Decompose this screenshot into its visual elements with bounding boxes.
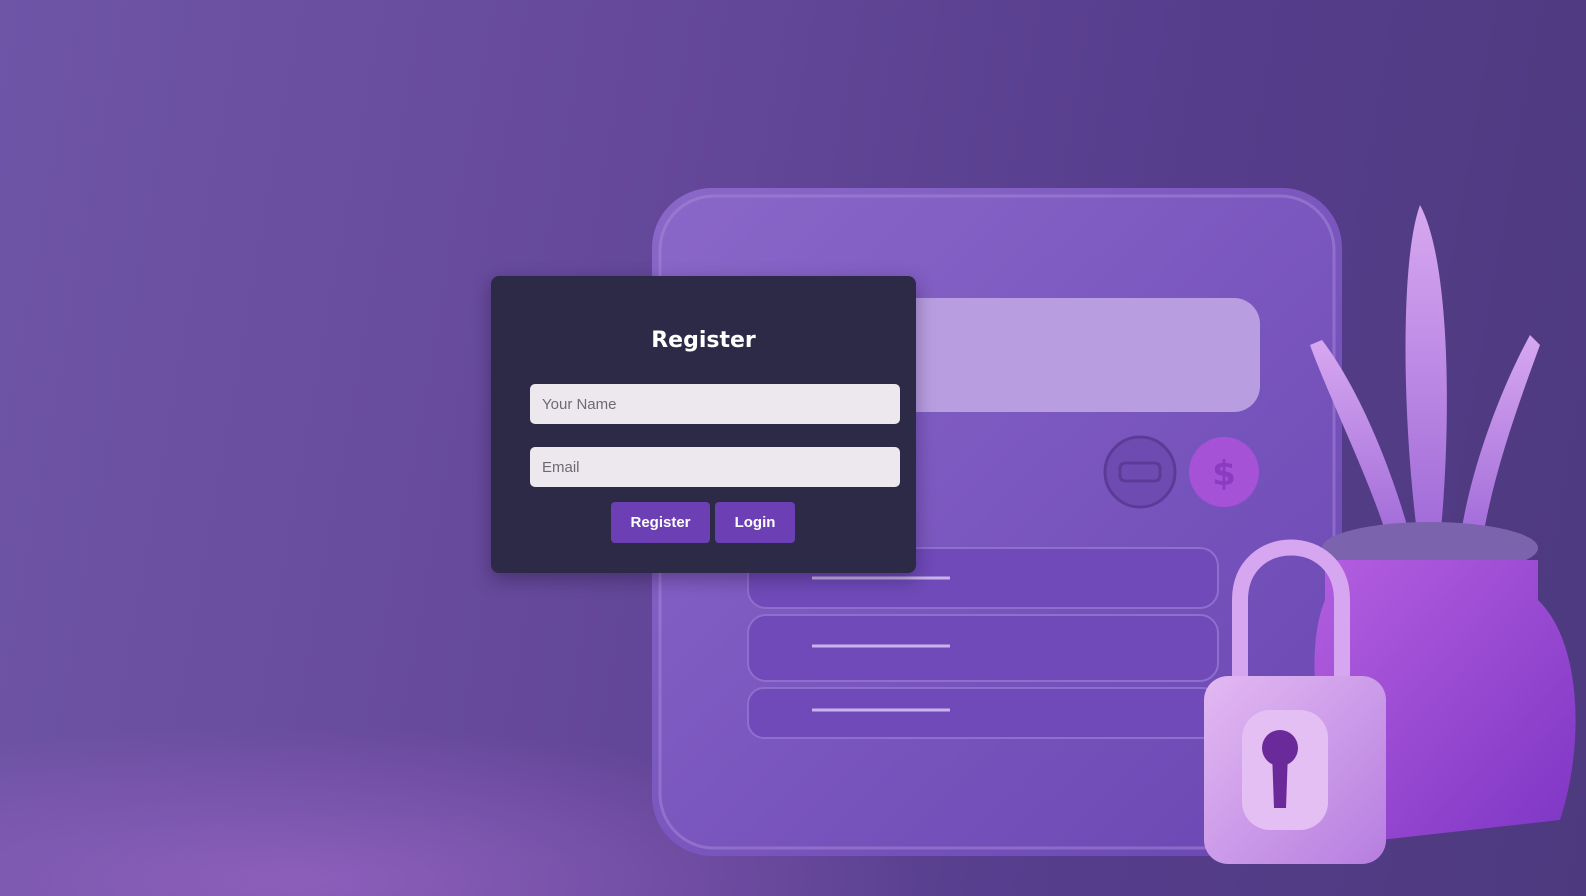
email-input[interactable] (530, 447, 900, 487)
login-button[interactable]: Login (715, 502, 795, 543)
svg-text:$: $ (1212, 454, 1236, 494)
register-button[interactable]: Register (611, 502, 710, 543)
dollar-coin-icon: $ (1189, 437, 1259, 507)
register-card: Register Register Login (491, 276, 916, 573)
car-coin-icon (1103, 435, 1177, 509)
name-input[interactable] (530, 384, 900, 424)
register-title: Register (651, 328, 756, 353)
